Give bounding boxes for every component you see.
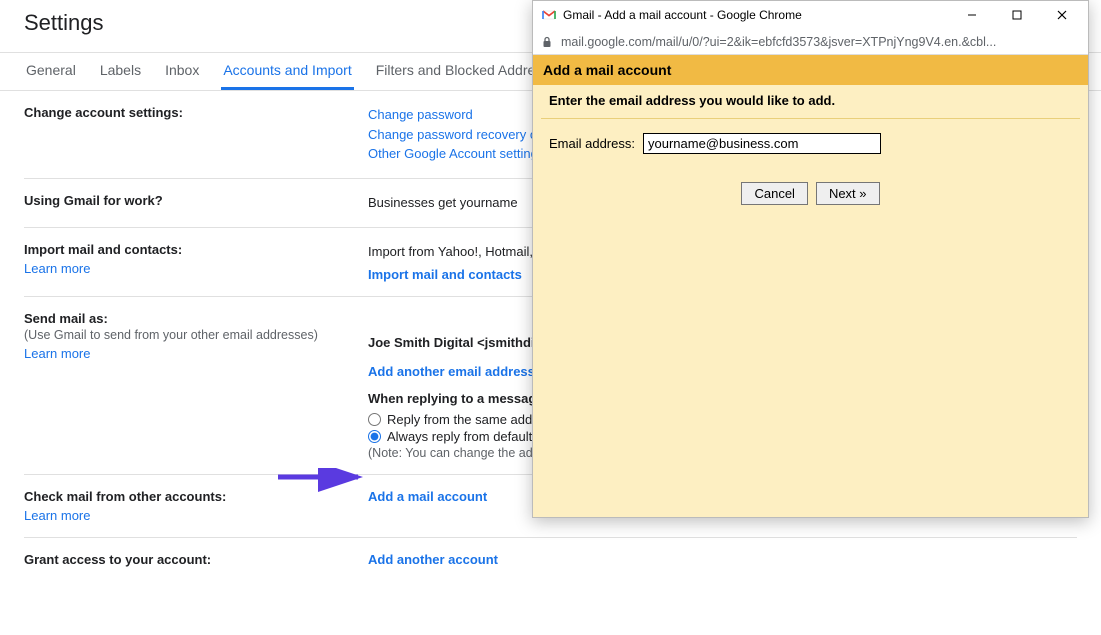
popup-window: Gmail - Add a mail account - Google Chro… <box>532 0 1089 518</box>
radio-reply-default-label: Always reply from default <box>387 429 532 444</box>
popup-subhead: Enter the email address you would like t… <box>533 85 1088 118</box>
input-email-address[interactable] <box>643 133 881 154</box>
popup-body: Add a mail account Enter the email addre… <box>533 55 1088 517</box>
address-bar[interactable]: mail.google.com/mail/u/0/?ui=2&ik=ebfcfd… <box>533 29 1088 55</box>
link-learn-more-import[interactable]: Learn more <box>24 261 368 276</box>
tab-accounts-import[interactable]: Accounts and Import <box>221 53 353 90</box>
minimize-button[interactable] <box>949 1 994 29</box>
next-button[interactable]: Next » <box>816 182 880 205</box>
lock-icon <box>541 36 553 48</box>
link-learn-more-sendas[interactable]: Learn more <box>24 346 368 361</box>
label-gmail-work: Using Gmail for work? <box>24 193 368 208</box>
radio-reply-same-input[interactable] <box>368 413 381 426</box>
tab-labels[interactable]: Labels <box>98 53 143 90</box>
label-grant-access: Grant access to your account: <box>24 552 368 567</box>
label-check-mail: Check mail from other accounts: <box>24 489 368 504</box>
label-import: Import mail and contacts: <box>24 242 368 257</box>
row-grant-access: Grant access to your account: Add anothe… <box>24 538 1077 581</box>
tab-general[interactable]: General <box>24 53 78 90</box>
button-row: Cancel Next » <box>533 162 1088 213</box>
label-email-address: Email address: <box>549 136 635 151</box>
gmail-icon <box>541 7 557 23</box>
titlebar[interactable]: Gmail - Add a mail account - Google Chro… <box>533 1 1088 29</box>
link-add-another-account[interactable]: Add another account <box>368 552 1077 567</box>
popup-header: Add a mail account <box>533 55 1088 85</box>
link-learn-more-check[interactable]: Learn more <box>24 508 368 523</box>
label-change-settings: Change account settings: <box>24 105 368 120</box>
maximize-button[interactable] <box>994 1 1039 29</box>
sublabel-send-as: (Use Gmail to send from your other email… <box>24 328 368 342</box>
form-row-email: Email address: <box>533 119 1088 162</box>
radio-reply-default-input[interactable] <box>368 430 381 443</box>
close-button[interactable] <box>1039 1 1084 29</box>
tab-inbox[interactable]: Inbox <box>163 53 201 90</box>
window-title: Gmail - Add a mail account - Google Chro… <box>563 8 949 22</box>
url-text: mail.google.com/mail/u/0/?ui=2&ik=ebfcfd… <box>561 35 996 49</box>
label-send-as: Send mail as: <box>24 311 368 326</box>
cancel-button[interactable]: Cancel <box>741 182 807 205</box>
